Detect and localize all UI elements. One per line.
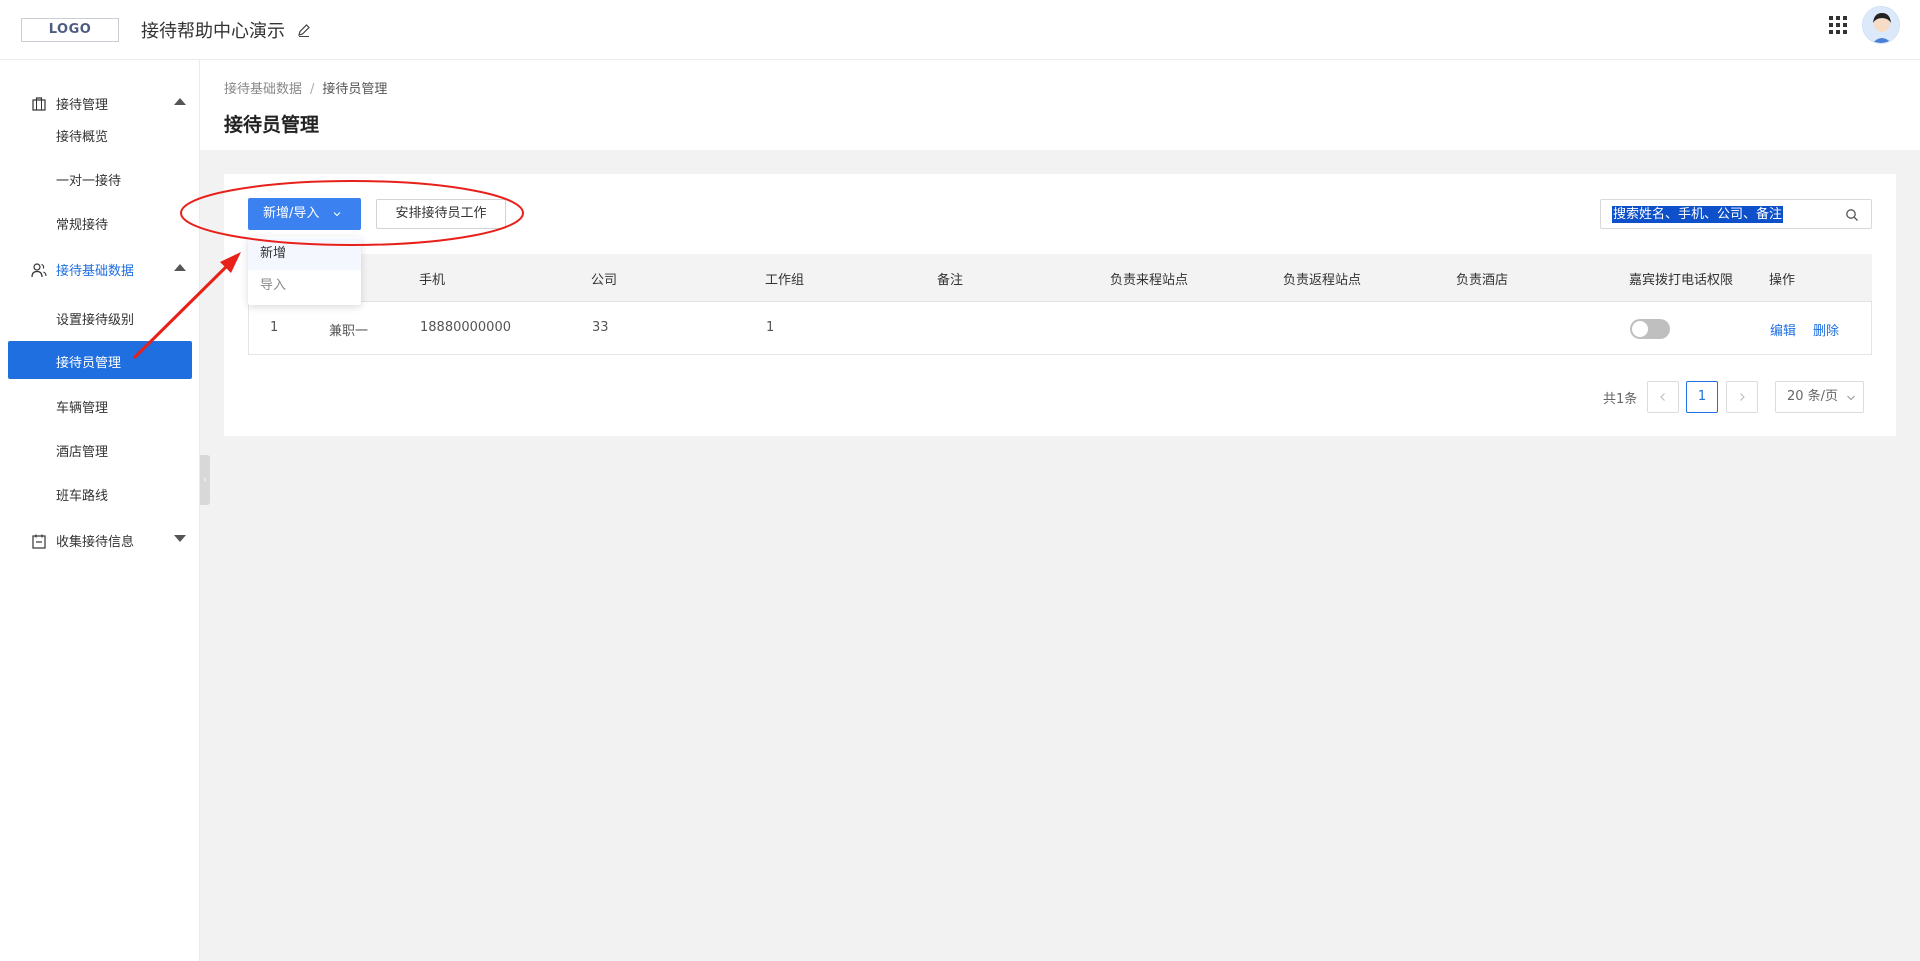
- chevron-up-icon: [174, 264, 186, 271]
- cell-company: 33: [592, 320, 609, 335]
- chevron-down-icon: [333, 212, 341, 217]
- avatar-icon: [1863, 7, 1899, 43]
- cell-phone: 18880000000: [420, 320, 511, 335]
- sidebar-item-label: 班车路线: [56, 489, 109, 504]
- cell-workgroup: 1: [766, 320, 775, 335]
- sidebar-item-label: 车辆管理: [56, 401, 109, 416]
- sidebar-item-shuttle-route[interactable]: 班车路线: [8, 474, 192, 512]
- column-header-call-permission: 嘉宾拨打电话权限: [1629, 273, 1734, 288]
- chevron-left-icon: [1660, 393, 1665, 401]
- breadcrumb: 接待基础数据 / 接待员管理: [224, 78, 387, 97]
- avatar[interactable]: [1862, 6, 1900, 44]
- chevron-up-icon: [174, 98, 186, 105]
- sidebar-item-hotel-management[interactable]: 酒店管理: [8, 430, 192, 468]
- sidebar-group-collect-info[interactable]: 收集接待信息: [0, 522, 200, 558]
- sidebar-item-regular-reception[interactable]: 常规接待: [8, 203, 192, 241]
- delete-link[interactable]: 删除: [1813, 320, 1839, 339]
- pagination-next-button[interactable]: [1726, 381, 1758, 413]
- sidebar-item-vehicle-management[interactable]: 车辆管理: [8, 386, 192, 424]
- pagination-total: 共1条: [1603, 392, 1638, 407]
- app-title: 接待帮助中心演示: [141, 21, 285, 42]
- add-import-button[interactable]: 新增/导入: [248, 198, 361, 230]
- chevron-right-icon: [1740, 393, 1745, 401]
- sidebar-item-label: 酒店管理: [56, 445, 109, 460]
- page-size-value: 20 条/页: [1787, 389, 1839, 404]
- column-header-phone: 手机: [419, 273, 446, 288]
- sidebar-group-label: 接待管理: [56, 98, 109, 113]
- clipboard-icon: [32, 534, 46, 549]
- sidebar-item-label: 一对一接待: [56, 174, 122, 189]
- page-title: 接待员管理: [224, 114, 320, 136]
- edit-icon[interactable]: [296, 22, 312, 38]
- sidebar: 接待管理 接待概览 一对一接待 常规接待 接待基础数据 设置接待级别 接待员管理…: [0, 60, 200, 961]
- sidebar-collapse-handle[interactable]: ‹: [200, 455, 210, 505]
- apps-grid-icon[interactable]: [1828, 15, 1848, 35]
- column-header-arrival-site: 负责来程站点: [1110, 273, 1189, 288]
- search-icon[interactable]: [1845, 208, 1859, 222]
- sidebar-item-label: 接待员管理: [56, 356, 122, 371]
- column-header-actions: 操作: [1769, 273, 1796, 288]
- cell-name: 兼职一: [329, 324, 369, 339]
- search-placeholder: 搜索姓名、手机、公司、备注: [1612, 206, 1784, 223]
- briefcase-icon: [32, 97, 46, 111]
- arrange-receptionist-button[interactable]: 安排接待员工作: [376, 199, 506, 229]
- column-header-workgroup: 工作组: [765, 273, 805, 288]
- pagination-prev-button[interactable]: [1647, 381, 1679, 413]
- sidebar-item-label: 接待概览: [56, 130, 109, 145]
- column-header-hotel: 负责酒店: [1456, 273, 1509, 288]
- edit-link[interactable]: 编辑: [1770, 320, 1796, 339]
- sidebar-group-label: 收集接待信息: [56, 535, 135, 550]
- column-header-note: 备注: [937, 273, 964, 288]
- dropdown-item-import[interactable]: 导入: [248, 270, 361, 302]
- sidebar-item-receptionist-management[interactable]: 接待员管理: [8, 341, 192, 379]
- breadcrumb-current: 接待员管理: [322, 82, 388, 97]
- search-input[interactable]: 搜索姓名、手机、公司、备注: [1600, 199, 1872, 229]
- sidebar-item-label: 常规接待: [56, 218, 109, 233]
- page-size-select[interactable]: 20 条/页: [1775, 381, 1864, 413]
- table-header: 手机 公司 工作组 备注 负责来程站点 负责返程站点 负责酒店 嘉宾拨打电话权限…: [248, 254, 1872, 302]
- users-icon: [31, 263, 47, 278]
- add-import-dropdown: 新增 导入: [248, 237, 361, 305]
- call-permission-toggle[interactable]: [1630, 319, 1670, 339]
- sidebar-item-label: 设置接待级别: [56, 313, 135, 328]
- sidebar-item-one-on-one[interactable]: 一对一接待: [8, 159, 192, 197]
- sidebar-group-label: 接待基础数据: [56, 264, 135, 279]
- toggle-knob: [1632, 321, 1648, 337]
- column-header-return-site: 负责返程站点: [1283, 273, 1362, 288]
- dropdown-item-add[interactable]: 新增: [248, 238, 361, 270]
- table-row: 1 兼职一 18880000000 33 1 编辑 删除: [248, 302, 1872, 355]
- pagination-page-1[interactable]: 1: [1686, 381, 1718, 413]
- breadcrumb-separator: /: [310, 82, 315, 97]
- chevron-down-icon: [1847, 395, 1855, 401]
- logo[interactable]: LOGO: [21, 18, 119, 42]
- column-header-company: 公司: [591, 273, 618, 288]
- page-header: 接待基础数据 / 接待员管理 接待员管理: [200, 60, 1920, 150]
- chevron-down-icon: [174, 535, 186, 542]
- top-header: LOGO 接待帮助中心演示: [0, 0, 1920, 60]
- cell-index: 1: [270, 320, 279, 335]
- sidebar-group-reception-basic-data[interactable]: 接待基础数据: [0, 251, 200, 287]
- breadcrumb-parent[interactable]: 接待基础数据: [224, 82, 302, 97]
- sidebar-item-reception-level[interactable]: 设置接待级别: [8, 298, 192, 336]
- sidebar-item-reception-overview[interactable]: 接待概览: [8, 115, 192, 153]
- add-import-label: 新增/导入: [263, 206, 320, 221]
